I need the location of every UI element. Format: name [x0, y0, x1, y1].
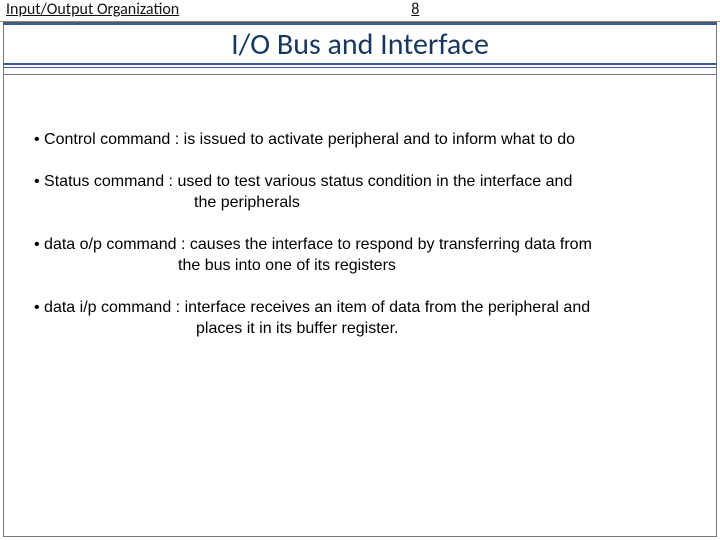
bullet-status-command: • Status command : used to test various … [34, 172, 692, 213]
bullet-text: • Status command : used to test various … [34, 173, 572, 190]
page-number: 8 [411, 0, 419, 19]
slide-page: Input/Output Organization 8 I/O Bus and … [0, 0, 720, 540]
bullet-text-cont: the bus into one of its registers [44, 256, 692, 276]
title-rule-bottom [3, 63, 717, 68]
body-content: • Control command : is issued to activat… [34, 130, 692, 361]
bullet-data-input-command: • data i/p command : interface receives … [34, 298, 692, 339]
bullet-data-output-command: • data o/p command : causes the interfac… [34, 235, 692, 276]
bullet-text: • Control command : is issued to activat… [34, 131, 575, 148]
title-rule-bottom-thin [3, 67, 717, 68]
bullet-control-command: • Control command : is issued to activat… [34, 130, 692, 150]
header-row: Input/Output Organization 8 [0, 0, 720, 22]
chapter-label: Input/Output Organization [6, 0, 179, 19]
bullet-text: • data i/p command : interface receives … [34, 299, 590, 316]
bullet-text-cont: the peripherals [44, 193, 692, 213]
bullet-text-cont: places it in its buffer register. [44, 319, 692, 339]
bullet-text: • data o/p command : causes the interfac… [34, 236, 592, 253]
slide-title: I/O Bus and Interface [3, 26, 717, 63]
title-band: I/O Bus and Interface [3, 22, 717, 68]
